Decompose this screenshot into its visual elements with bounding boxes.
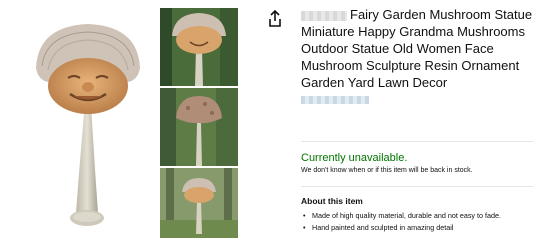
availability-status: Currently unavailable.: [301, 152, 408, 164]
mushroom-statue-illustration: [36, 24, 140, 226]
thumbnail-image: [160, 168, 238, 238]
thumbnail-image: [160, 88, 238, 166]
about-bullet: Hand painted and sculpted in amazing det…: [301, 222, 540, 234]
thumbnail-image: [160, 8, 238, 86]
divider: [301, 186, 533, 187]
thumbnail-3[interactable]: [160, 168, 238, 238]
about-bullet: Made of high quality material, durable a…: [301, 210, 540, 222]
divider: [301, 141, 533, 142]
thumbnail-2[interactable]: [160, 88, 238, 166]
product-title: Fairy Garden Mushroom Statue Miniature H…: [301, 6, 533, 91]
main-product-image[interactable]: [28, 8, 148, 233]
availability-notice: We don't know when or if this item will …: [301, 167, 473, 174]
about-bullet-list: Made of high quality material, durable a…: [301, 210, 540, 234]
redacted-store-link[interactable]: [301, 96, 369, 104]
thumbnail-strip: [160, 8, 238, 238]
thumbnail-1[interactable]: [160, 8, 238, 86]
redacted-brand: [301, 10, 347, 21]
about-heading: About this item: [301, 196, 363, 206]
product-title-section: Fairy Garden Mushroom Statue Miniature H…: [301, 6, 533, 104]
share-icon[interactable]: [268, 9, 282, 28]
